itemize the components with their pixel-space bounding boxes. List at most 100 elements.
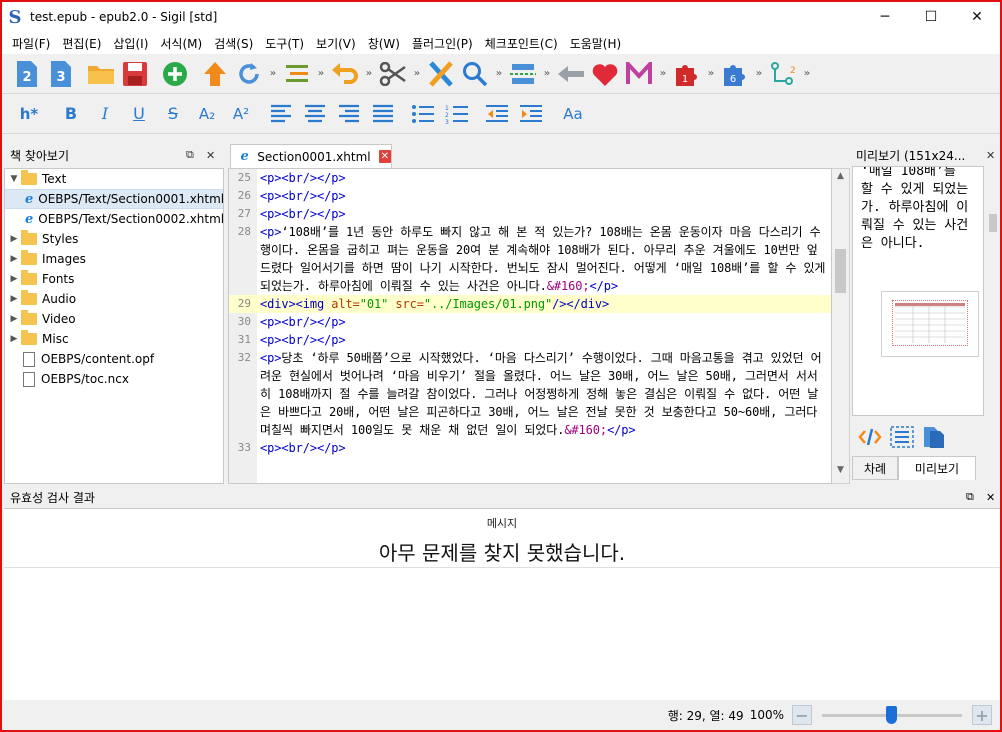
minimize-button[interactable]: ─ xyxy=(862,2,908,32)
code-line[interactable]: 29 <div><img alt="01" src="../Images/01.p… xyxy=(229,295,831,313)
menu-tools[interactable]: 도구(T) xyxy=(259,35,310,52)
tree-item[interactable]: ▶ Misc xyxy=(5,329,223,349)
subscript-button[interactable]: A₂ xyxy=(190,97,224,131)
format-list-icon[interactable] xyxy=(280,57,314,91)
chevron-right-icon[interactable]: ▶ xyxy=(7,314,21,324)
tree-item[interactable]: OEBPS/toc.ncx xyxy=(5,369,223,389)
code-line[interactable]: 32 <p>당초 ‘하루 50배쯤’으로 시작했었다. ‘마음 다스리기’ 수행이… xyxy=(229,349,831,439)
refresh-icon[interactable] xyxy=(232,57,266,91)
menu-format[interactable]: 서식(M) xyxy=(154,35,208,52)
preview-scrollbar[interactable] xyxy=(986,166,1000,416)
align-justify-icon[interactable] xyxy=(366,97,400,131)
slider-knob[interactable] xyxy=(886,706,897,724)
text-case-dropdown[interactable]: Aa xyxy=(554,97,592,131)
chevron-right-icon[interactable]: ▶ xyxy=(7,254,21,264)
float-panel-icon[interactable]: ⧉ xyxy=(966,490,974,504)
zoom-out-button[interactable]: − xyxy=(792,705,812,725)
move-up-icon[interactable] xyxy=(198,57,232,91)
code-line[interactable]: 33 <p><br/></p> xyxy=(229,439,831,457)
toolbar-overflow-icon[interactable]: » xyxy=(492,57,506,91)
toolbar-overflow-icon[interactable]: » xyxy=(266,57,280,91)
toolbar-overflow-icon[interactable]: » xyxy=(704,57,718,91)
menu-file[interactable]: 파일(F) xyxy=(6,35,56,52)
underline-button[interactable]: U xyxy=(122,97,156,131)
undo-icon[interactable] xyxy=(328,57,362,91)
inspect-icon[interactable] xyxy=(890,425,914,451)
cut-icon[interactable] xyxy=(376,57,410,91)
heading-dropdown[interactable]: h* xyxy=(10,97,48,131)
bullet-list-icon[interactable] xyxy=(406,97,440,131)
align-left-icon[interactable] xyxy=(264,97,298,131)
scrollbar-thumb[interactable] xyxy=(989,214,997,232)
tree-item[interactable]: ▶ Fonts xyxy=(5,269,223,289)
code-line[interactable]: 26 <p><br/></p> xyxy=(229,187,831,205)
code-view-icon[interactable] xyxy=(858,427,882,450)
float-panel-icon[interactable]: ⧉ xyxy=(186,148,194,162)
menu-plugins[interactable]: 플러그인(P) xyxy=(406,35,479,52)
tree-item[interactable]: ▶ Images xyxy=(5,249,223,269)
tab-section0001[interactable]: e Section0001.xhtml ✕ xyxy=(230,144,392,168)
zoom-in-button[interactable]: + xyxy=(972,705,992,725)
chevron-right-icon[interactable]: ▶ xyxy=(7,234,21,244)
plugin-1-icon[interactable]: 1 xyxy=(670,57,704,91)
chevron-right-icon[interactable]: ▶ xyxy=(7,334,21,344)
menu-edit[interactable]: 편집(E) xyxy=(56,35,107,52)
epub3-icon[interactable]: 3 xyxy=(44,57,78,91)
x-mark-icon[interactable] xyxy=(424,57,458,91)
back-arrow-icon[interactable] xyxy=(554,57,588,91)
tree-item[interactable]: ▶ Audio xyxy=(5,289,223,309)
tab-preview[interactable]: 미리보기 xyxy=(898,456,976,480)
toolbar-overflow-icon[interactable]: » xyxy=(410,57,424,91)
heart-icon[interactable] xyxy=(588,57,622,91)
chevron-right-icon[interactable]: ▶ xyxy=(7,294,21,304)
m-plugin-icon[interactable] xyxy=(622,57,656,91)
menu-checkpoints[interactable]: 체크포인트(C) xyxy=(479,35,564,52)
tree-item[interactable]: ▶ Video xyxy=(5,309,223,329)
menu-view[interactable]: 보기(V) xyxy=(310,35,362,52)
menu-window[interactable]: 창(W) xyxy=(362,35,406,52)
toolbar-overflow-icon[interactable]: » xyxy=(752,57,766,91)
decrease-indent-icon[interactable] xyxy=(480,97,514,131)
align-center-icon[interactable] xyxy=(298,97,332,131)
tab-toc[interactable]: 차례 xyxy=(852,456,898,480)
bold-button[interactable]: B xyxy=(54,97,88,131)
checkpoint-icon[interactable]: 2 xyxy=(766,57,800,91)
close-button[interactable]: ✕ xyxy=(954,2,1000,32)
close-tab-icon[interactable]: ✕ xyxy=(378,150,391,163)
tree-item[interactable]: e OEBPS/Text/Section0001.xhtml xyxy=(5,189,224,209)
toolbar-overflow-icon[interactable]: » xyxy=(540,57,554,91)
menu-help[interactable]: 도움말(H) xyxy=(564,35,628,52)
tree-item[interactable]: OEBPS/content.opf xyxy=(5,349,223,369)
maximize-button[interactable]: ☐ xyxy=(908,2,954,32)
tree-item[interactable]: e OEBPS/Text/Section0002.xhtml xyxy=(5,209,224,229)
increase-indent-icon[interactable] xyxy=(514,97,548,131)
menu-insert[interactable]: 삽입(I) xyxy=(107,35,154,52)
code-line[interactable]: 27 <p><br/></p> xyxy=(229,205,831,223)
open-folder-icon[interactable] xyxy=(84,57,118,91)
search-icon[interactable] xyxy=(458,57,492,91)
add-file-icon[interactable] xyxy=(158,57,192,91)
toolbar-overflow-icon[interactable]: » xyxy=(656,57,670,91)
tree-item[interactable]: ▶ Styles xyxy=(5,229,223,249)
superscript-button[interactable]: A² xyxy=(224,97,258,131)
close-panel-icon[interactable]: ✕ xyxy=(206,149,215,162)
toolbar-overflow-icon[interactable]: » xyxy=(362,57,376,91)
scroll-up-icon[interactable]: ▲ xyxy=(832,171,849,187)
scrollbar-thumb[interactable] xyxy=(835,249,846,293)
code-line[interactable]: 25 <p><br/></p> xyxy=(229,169,831,187)
code-view[interactable]: 25 <p><br/></p> 26 <p><br/></p> 27 <p><br/></… xyxy=(228,168,832,484)
strikethrough-button[interactable]: S xyxy=(156,97,190,131)
tree-item[interactable]: ▼ Text xyxy=(5,169,223,189)
plugin-6-icon[interactable]: 6 xyxy=(718,57,752,91)
align-right-icon[interactable] xyxy=(332,97,366,131)
split-section-icon[interactable] xyxy=(506,57,540,91)
close-panel-icon[interactable]: ✕ xyxy=(986,491,995,504)
toolbar-overflow-icon[interactable]: » xyxy=(314,57,328,91)
italic-button[interactable]: I xyxy=(88,97,122,131)
editor-scrollbar[interactable]: ▲ ▼ xyxy=(832,168,850,484)
code-line[interactable]: 31 <p><br/></p> xyxy=(229,331,831,349)
scroll-down-icon[interactable]: ▼ xyxy=(832,465,849,481)
chevron-right-icon[interactable]: ▶ xyxy=(7,274,21,284)
save-icon[interactable] xyxy=(118,57,152,91)
menu-search[interactable]: 검색(S) xyxy=(208,35,259,52)
